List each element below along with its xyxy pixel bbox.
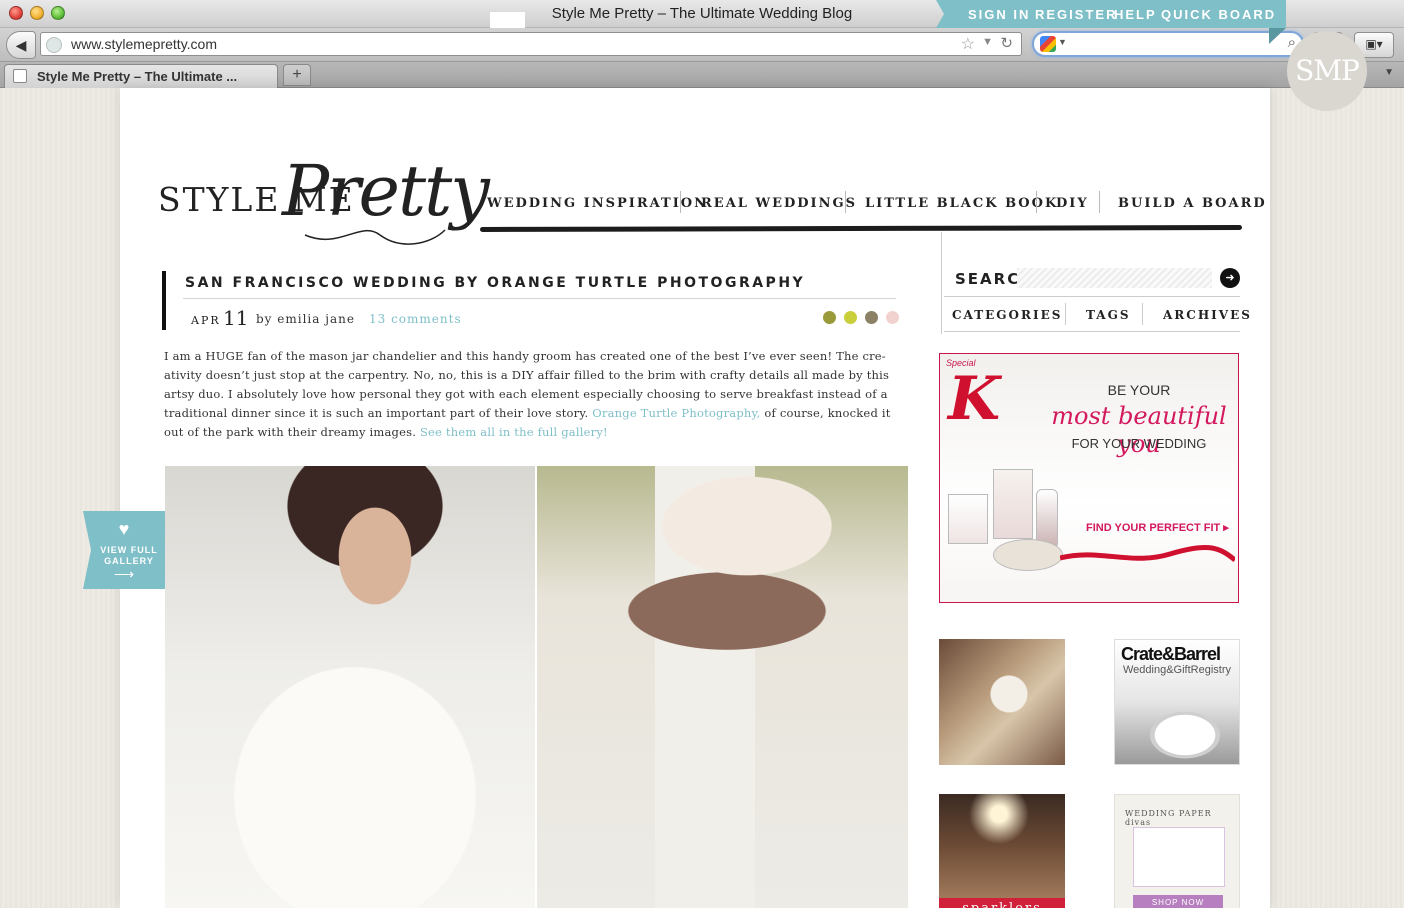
color-swatch bbox=[844, 311, 857, 324]
full-gallery-link[interactable]: See them all in the full gallery! bbox=[420, 425, 608, 439]
post-title-rule bbox=[183, 298, 896, 299]
sidebar-rule bbox=[944, 331, 1240, 332]
sign-in-link[interactable]: SIGN IN bbox=[968, 7, 1030, 22]
color-swatch bbox=[886, 311, 899, 324]
new-tab-button[interactable]: + bbox=[283, 64, 311, 86]
search-engine-dropdown-icon[interactable]: ▼ bbox=[1058, 37, 1067, 47]
browser-toolbar: ◀ www.stylemepretty.com ☆ ▼ ↻ ▼ ⌕ ⌂ ▣▾ bbox=[0, 28, 1404, 62]
post-byline: by emilia jane bbox=[256, 312, 355, 326]
logo-swirl-icon bbox=[304, 229, 446, 245]
help-link[interactable]: HELP bbox=[1114, 7, 1157, 22]
cereal-box bbox=[948, 494, 988, 544]
post-date-month: APR bbox=[191, 314, 221, 327]
search-submit-button[interactable]: ➜ bbox=[1220, 268, 1240, 288]
nav-separator bbox=[845, 191, 846, 213]
special-k-ad[interactable]: Special K BE YOUR most beautiful you FOR… bbox=[939, 353, 1239, 603]
bride-portrait-photo[interactable] bbox=[165, 466, 535, 908]
google-icon[interactable] bbox=[1040, 36, 1056, 52]
post-date-day: 11 bbox=[223, 306, 249, 330]
heart-icon: ♥ bbox=[118, 519, 130, 539]
crate-and-barrel-ad[interactable]: Crate&Barrel Wedding&GiftRegistry bbox=[1114, 639, 1240, 765]
crate-barrel-tagline: Wedding&GiftRegistry bbox=[1123, 664, 1232, 676]
tags-link[interactable]: TAGS bbox=[1086, 308, 1131, 322]
tab-list-dropdown-icon[interactable]: ▼ bbox=[1384, 67, 1394, 78]
sidebar-divider bbox=[941, 232, 942, 334]
bookmark-star-icon[interactable]: ☆ bbox=[961, 34, 975, 54]
ribbon-swoosh-icon bbox=[1060, 545, 1235, 562]
cereal-products-image bbox=[948, 469, 1078, 584]
color-swatch bbox=[823, 311, 836, 324]
reload-icon[interactable]: ↻ bbox=[1000, 34, 1013, 52]
ad-cta-link[interactable]: FIND YOUR PERFECT FIT ▸ bbox=[1086, 521, 1229, 534]
post-comments-link[interactable]: 13 comments bbox=[369, 312, 462, 326]
photographer-link[interactable]: Orange Turtle Photography, bbox=[592, 406, 760, 420]
sidebar-link-separator bbox=[1142, 303, 1143, 325]
post-title[interactable]: SAN FRANCISCO WEDDING BY ORANGE TURTLE P… bbox=[185, 275, 805, 291]
nav-build-a-board[interactable]: BUILD A BOARD bbox=[1118, 196, 1267, 211]
crate-barrel-logo: Crate&Barrel bbox=[1121, 644, 1221, 664]
wedding-paper-divas-ad[interactable]: WEDDING PAPER divas SHOP NOW bbox=[1114, 794, 1240, 908]
nav-wedding-inspiration[interactable]: WEDDING INSPIRATION bbox=[487, 196, 708, 211]
view-full-gallery-button[interactable]: ♥ VIEW FULL GALLERY ⟶ bbox=[83, 511, 165, 589]
arrow-right-icon: ⟶ bbox=[113, 566, 135, 582]
sidebar-link-separator bbox=[1065, 303, 1066, 325]
gallery-tab-label-line: VIEW FULL bbox=[100, 545, 158, 555]
nav-real-weddings[interactable]: REAL WEDDINGS bbox=[701, 196, 857, 211]
post-body-text: I am a HUGE fan of the mason jar chandel… bbox=[164, 347, 909, 442]
browser-search-box[interactable]: ▼ ⌕ bbox=[1032, 31, 1304, 57]
nav-little-black-book[interactable]: LITTLE BLACK BOOK bbox=[865, 196, 1058, 211]
register-link[interactable]: REGISTER bbox=[1035, 7, 1117, 22]
shop-now-button[interactable]: SHOP NOW bbox=[1133, 895, 1223, 908]
ad-headline-1: BE YOUR bbox=[1107, 382, 1171, 398]
nav-separator bbox=[1099, 191, 1100, 213]
color-swatch bbox=[865, 311, 878, 324]
waffle-plate bbox=[993, 539, 1063, 571]
gallery-tab-label-line: GALLERY bbox=[104, 556, 154, 566]
categories-link[interactable]: CATEGORIES bbox=[952, 308, 1062, 322]
smp-badge-logo: SMP bbox=[1287, 31, 1367, 111]
gallery-tab-label: VIEW FULL GALLERY bbox=[93, 545, 165, 567]
invitation-card-image bbox=[1133, 827, 1225, 887]
cereal-box bbox=[993, 469, 1033, 539]
tab-style-me-pretty[interactable]: Style Me Pretty – The Ultimate ... bbox=[4, 64, 278, 88]
back-button[interactable]: ◀ bbox=[6, 31, 36, 59]
bouquet-detail-photo[interactable] bbox=[537, 466, 908, 908]
ad-headline-3: FOR YOUR WEDDING bbox=[1071, 436, 1207, 451]
sidebar-search-input[interactable] bbox=[1017, 268, 1212, 288]
site-identity-icon[interactable] bbox=[46, 37, 62, 53]
nav-separator bbox=[1036, 191, 1037, 213]
sparklers-ad[interactable]: sparklers bbox=[939, 794, 1065, 908]
history-dropdown-icon[interactable]: ▼ bbox=[982, 36, 993, 48]
tab-favicon-icon bbox=[13, 69, 27, 83]
url-text[interactable]: www.stylemepretty.com bbox=[71, 36, 217, 52]
nav-diy[interactable]: DIY bbox=[1056, 196, 1089, 211]
sidebar-rule bbox=[944, 296, 1240, 297]
tab-strip: Style Me Pretty – The Ultimate ... + ▼ bbox=[0, 62, 1404, 88]
tab-label: Style Me Pretty – The Ultimate ... bbox=[37, 69, 238, 84]
post-accent-bar bbox=[162, 271, 166, 330]
paper-divas-logo: WEDDING PAPER divas bbox=[1125, 809, 1212, 827]
nav-separator bbox=[680, 191, 681, 213]
address-bar[interactable]: www.stylemepretty.com ☆ ▼ ↻ bbox=[40, 32, 1022, 56]
archives-link[interactable]: ARCHIVES bbox=[1163, 308, 1252, 322]
photo-booth-ad[interactable] bbox=[939, 639, 1065, 765]
quick-board-link[interactable]: QUICK BOARD bbox=[1161, 7, 1276, 22]
sparklers-label: sparklers bbox=[939, 898, 1065, 908]
